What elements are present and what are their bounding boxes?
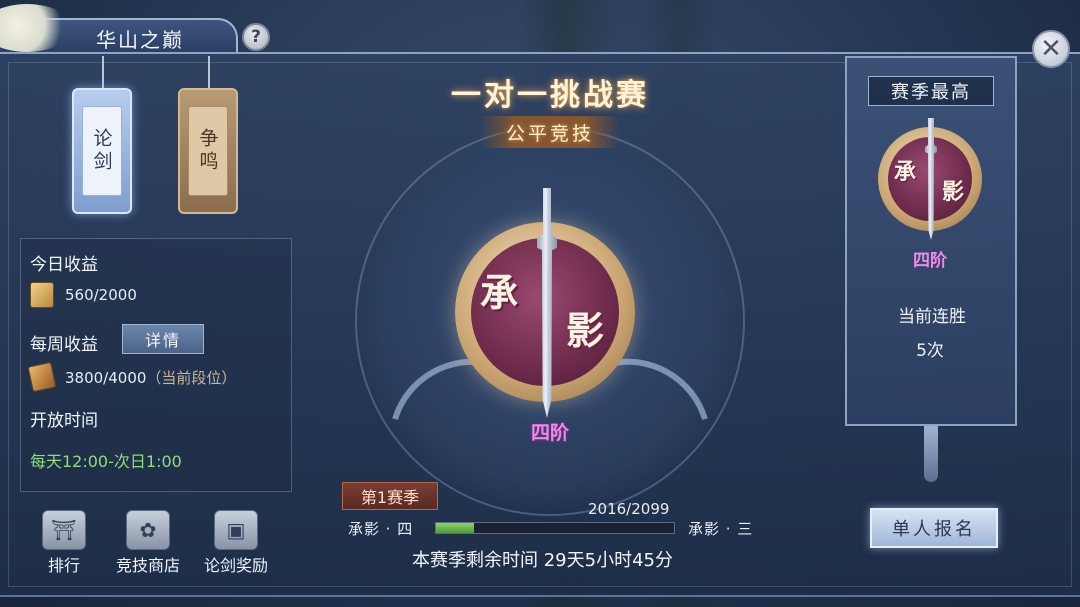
open-time-label: 开放时间 — [30, 411, 98, 431]
today-income-label: 今日收益 — [30, 255, 98, 275]
rank-to: 承影 · 三 — [688, 520, 754, 538]
best-emblem-char-ying: 影 — [942, 179, 965, 205]
page-title: 华山之巅 — [96, 28, 184, 52]
mode-subtitle: 公平竞技 — [480, 116, 620, 148]
weekly-income-note: （当前段位） — [146, 369, 237, 387]
nav-rewards-label: 论剑奖励 — [203, 556, 268, 575]
nav-rewards[interactable]: ▣ 论剑奖励 — [196, 510, 276, 580]
season-best-panel — [845, 56, 1017, 426]
nav-shop[interactable]: ✿ 竞技商店 — [108, 510, 188, 580]
help-button[interactable]: ? — [242, 23, 270, 51]
pendant-ornament — [924, 426, 938, 482]
nav-shop-label: 竞技商店 — [115, 556, 180, 575]
season-tag: 第1赛季 — [342, 482, 438, 510]
weekly-income-label: 每周收益 — [30, 335, 98, 355]
tag-zhengming-label: 争鸣 — [188, 106, 228, 196]
weekly-income-number: 3800/4000 — [65, 369, 147, 387]
close-button[interactable]: ✕ — [1032, 30, 1070, 68]
best-rank: 四阶 — [913, 251, 947, 271]
nav-ranking-label: 排行 — [47, 556, 80, 575]
single-signup-button[interactable]: 单人报名 — [870, 508, 998, 548]
rank-progress-fill — [436, 523, 475, 533]
season-best-heading: 赛季最高 — [868, 76, 994, 106]
win-streak-label: 当前连胜 — [898, 307, 966, 327]
season-remaining-time: 本赛季剩余时间 29天5小时45分 — [412, 550, 673, 571]
scroll-icon — [27, 361, 57, 393]
tag-lunjian[interactable]: 论剑 — [72, 88, 132, 214]
money-bag-icon: ✿ — [126, 510, 170, 550]
mode-title: 一对一挑战赛 — [451, 78, 649, 113]
open-time-value: 每天12:00-次日1:00 — [30, 452, 182, 471]
emblem-char-ying: 影 — [566, 308, 605, 353]
rank-progress-bar — [435, 522, 675, 534]
weekly-income-value: 3800/4000（当前段位） — [65, 367, 236, 388]
tag-string — [102, 56, 104, 90]
tag-string — [208, 56, 210, 90]
nav-ranking[interactable]: ⛩ 排行 — [24, 510, 104, 580]
coin-icon — [30, 282, 54, 308]
today-income-value: 560/2000 — [65, 286, 137, 304]
emblem-char-cheng: 承 — [480, 270, 519, 315]
current-rank: 四阶 — [530, 422, 569, 444]
tag-zhengming[interactable]: 争鸣 — [178, 88, 238, 214]
tag-lunjian-label: 论剑 — [82, 106, 122, 196]
best-emblem-char-cheng: 承 — [894, 159, 917, 185]
pavilion-icon: ⛩ — [42, 510, 86, 550]
win-streak-value: 5次 — [916, 341, 944, 361]
progress-text: 2016/2099 — [588, 500, 670, 518]
rank-from: 承影 · 四 — [348, 520, 414, 538]
detail-button[interactable]: 详情 — [122, 324, 204, 354]
treasure-chest-icon: ▣ — [214, 510, 258, 550]
